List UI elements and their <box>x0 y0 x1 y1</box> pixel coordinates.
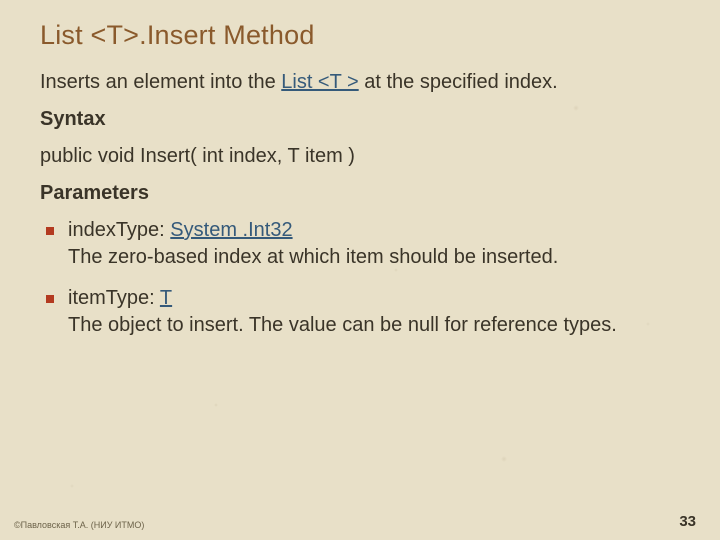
footer-copyright: ©Павловская Т.А. (НИУ ИТМО) <box>14 520 144 530</box>
intro-text-before: Inserts an element into the <box>40 71 281 93</box>
list-t-link[interactable]: List <T > <box>281 71 358 93</box>
param-name: itemType: <box>68 287 160 309</box>
param-type-link[interactable]: T <box>160 287 172 309</box>
page-number: 33 <box>679 513 696 530</box>
parameters-heading: Parameters <box>40 180 680 207</box>
param-desc: The object to insert. The value can be n… <box>68 314 617 336</box>
intro-text-after: at the specified index. <box>359 71 558 93</box>
slide-title: List <T>.Insert Method <box>40 20 680 51</box>
intro-paragraph: Inserts an element into the List <T > at… <box>40 69 680 96</box>
param-name: indexType: <box>68 219 170 241</box>
syntax-heading: Syntax <box>40 106 680 133</box>
param-desc: The zero-based index at which item shoul… <box>68 246 558 268</box>
syntax-code: public void Insert( int index, T item ) <box>40 143 680 170</box>
parameters-list: indexType: System .Int32 The zero-based … <box>40 217 680 339</box>
list-item: indexType: System .Int32 The zero-based … <box>68 217 680 271</box>
list-item: itemType: T The object to insert. The va… <box>68 285 680 339</box>
param-type-link[interactable]: System .Int32 <box>170 219 292 241</box>
slide: List <T>.Insert Method Inserts an elemen… <box>0 0 720 540</box>
slide-body: Inserts an element into the List <T > at… <box>40 69 680 339</box>
